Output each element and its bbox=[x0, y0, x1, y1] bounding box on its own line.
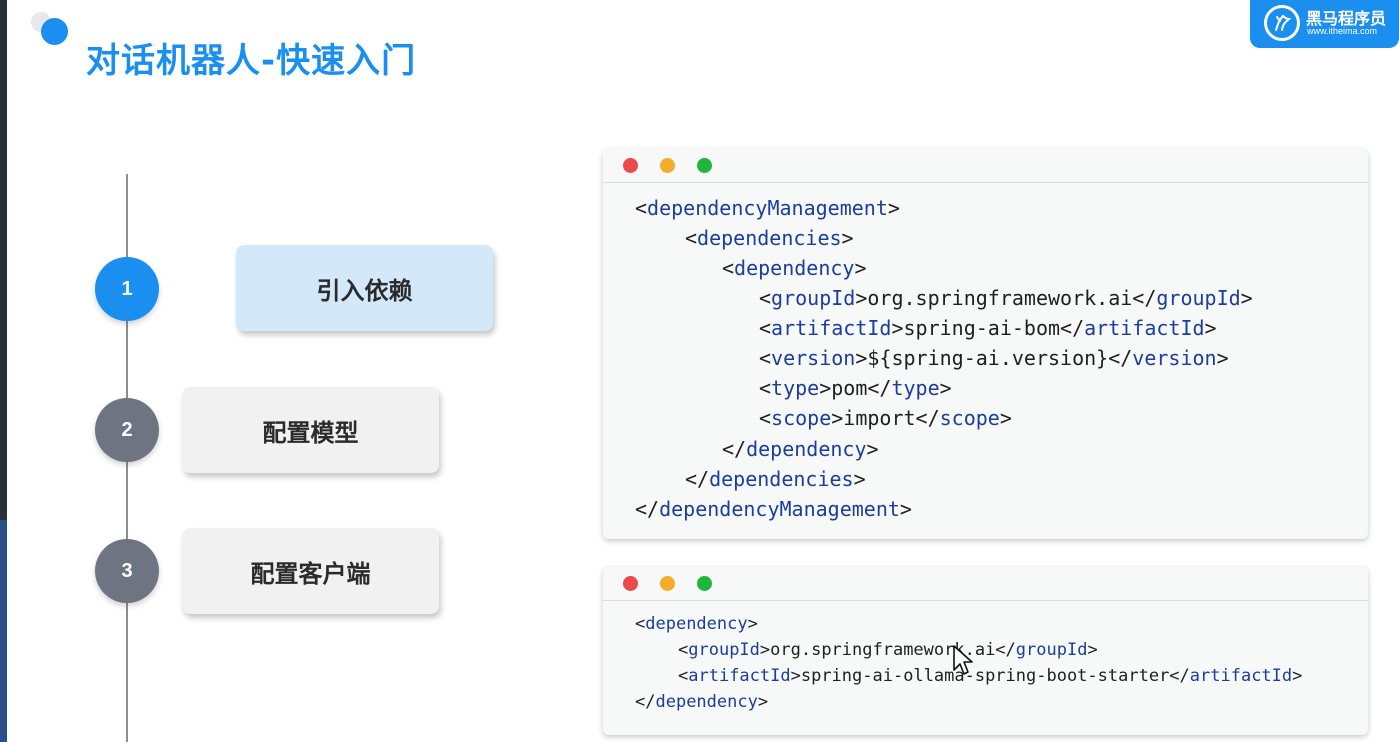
xml-tag-name: scope bbox=[939, 406, 1000, 430]
code-text: > bbox=[1204, 316, 1217, 340]
code-text: > bbox=[1087, 640, 1098, 660]
step-number-2[interactable]: 2 bbox=[95, 398, 159, 462]
code-line: <version>${spring-ai.version}</version> bbox=[759, 346, 1229, 370]
code-window-ollama-dependency: <dependency> <groupId>org.springframework… bbox=[603, 567, 1368, 735]
xml-tag-name: type bbox=[891, 376, 940, 400]
window-maximize-dot-icon bbox=[697, 158, 712, 173]
code-text: > bbox=[1240, 286, 1253, 310]
code-text: < bbox=[678, 666, 689, 686]
xml-tag-name: groupId bbox=[688, 640, 760, 660]
xml-tag-name: artifactId bbox=[771, 316, 892, 340]
code-text: >import</ bbox=[831, 406, 940, 430]
code-text: >${spring-ai.version}</ bbox=[855, 346, 1133, 370]
code-text: >org.springframework.ai</ bbox=[759, 640, 1016, 660]
logo-site: www.itheima.com bbox=[1307, 26, 1378, 36]
code-text: > bbox=[747, 614, 758, 634]
code-line: </dependency> bbox=[635, 692, 768, 712]
code-window-dependency-management: <dependencyManagement> <dependencies> <dep… bbox=[603, 149, 1368, 539]
code-text: < bbox=[759, 346, 772, 370]
code-text: </ bbox=[635, 497, 660, 521]
window-titlebar bbox=[603, 149, 1368, 183]
left-edge-accent bbox=[0, 520, 7, 742]
xml-tag-name: version bbox=[771, 346, 856, 370]
xml-tag-name: groupId bbox=[1156, 286, 1241, 310]
code-line: <dependencyManagement> bbox=[635, 196, 900, 220]
code-text: > bbox=[853, 467, 866, 491]
code-line: <dependency> bbox=[722, 256, 867, 280]
code-text: > bbox=[1216, 346, 1229, 370]
window-close-dot-icon bbox=[623, 576, 638, 591]
code-text: < bbox=[722, 256, 735, 280]
code-line: <dependency> bbox=[635, 614, 758, 634]
decor-circle-blue bbox=[41, 18, 68, 45]
window-minimize-dot-icon bbox=[660, 158, 675, 173]
code-line: <type>pom</type> bbox=[759, 376, 952, 400]
code-line: <scope>import</scope> bbox=[759, 406, 1012, 430]
code-text: > bbox=[999, 406, 1012, 430]
code-text: >spring-ai-ollama-spring-boot-starter</ bbox=[790, 666, 1190, 686]
xml-tag-name: artifactId bbox=[1084, 316, 1205, 340]
left-edge bbox=[0, 0, 7, 742]
xml-tag-name: dependencyManagement bbox=[659, 497, 900, 521]
code-text: < bbox=[759, 286, 772, 310]
window-titlebar bbox=[603, 567, 1368, 601]
window-minimize-dot-icon bbox=[660, 576, 675, 591]
xml-tag-name: groupId bbox=[1015, 640, 1088, 660]
step-card-configure-model[interactable]: 配置模型 bbox=[182, 387, 439, 473]
step-number-3[interactable]: 3 bbox=[95, 539, 159, 603]
code-text: </ bbox=[635, 692, 656, 712]
xml-tag-name: dependency bbox=[746, 437, 867, 461]
xml-tag-name: version bbox=[1132, 346, 1217, 370]
code-text: >pom</ bbox=[819, 376, 892, 400]
step-card-add-dependency[interactable]: 引入依赖 bbox=[236, 245, 493, 331]
code-text: > bbox=[939, 376, 952, 400]
xml-tag-name: scope bbox=[771, 406, 832, 430]
code-text: > bbox=[899, 497, 912, 521]
code-text: < bbox=[635, 614, 646, 634]
code-text: > bbox=[841, 226, 854, 250]
xml-tag-name: dependencyManagement bbox=[647, 196, 888, 220]
code-text: > bbox=[887, 196, 900, 220]
xml-tag-name: type bbox=[771, 376, 820, 400]
xml-tag-name: dependency bbox=[734, 256, 855, 280]
mouse-pointer-icon bbox=[953, 645, 973, 675]
xml-tag-name: dependency bbox=[645, 614, 748, 634]
code-line: <groupId>org.springframework.ai</groupId… bbox=[759, 286, 1253, 310]
step-number-1[interactable]: 1 bbox=[95, 257, 159, 321]
window-maximize-dot-icon bbox=[697, 576, 712, 591]
code-line: <artifactId>spring-ai-bom</artifactId> bbox=[759, 316, 1217, 340]
code-text: < bbox=[678, 640, 689, 660]
code-text: > bbox=[866, 437, 879, 461]
page-title: 对话机器人-快速入门 bbox=[86, 41, 417, 81]
horse-logo-icon bbox=[1264, 5, 1300, 41]
code-text: >spring-ai-bom</ bbox=[891, 316, 1085, 340]
code-text: > bbox=[1292, 666, 1303, 686]
code-line: </dependencyManagement> bbox=[635, 497, 912, 521]
code-line: <dependencies> bbox=[685, 226, 854, 250]
brand-logo: 黑马程序员 www.itheima.com bbox=[1250, 0, 1399, 48]
code-text: < bbox=[759, 316, 772, 340]
window-close-dot-icon bbox=[623, 158, 638, 173]
code-line: <artifactId>spring-ai-ollama-spring-boot… bbox=[678, 666, 1302, 686]
code-text: >org.springframework.ai</ bbox=[855, 286, 1157, 310]
code-text: > bbox=[854, 256, 867, 280]
xml-tag-name: dependencies bbox=[709, 467, 854, 491]
xml-tag-name: artifactId bbox=[688, 666, 791, 686]
code-text: < bbox=[635, 196, 648, 220]
xml-tag-name: dependency bbox=[655, 692, 758, 712]
code-line: </dependency> bbox=[722, 437, 879, 461]
code-text: < bbox=[759, 406, 772, 430]
code-text: < bbox=[685, 226, 698, 250]
xml-tag-name: artifactId bbox=[1189, 666, 1293, 686]
code-text: </ bbox=[685, 467, 710, 491]
code-text: < bbox=[759, 376, 772, 400]
xml-tag-name: groupId bbox=[771, 286, 856, 310]
code-text: </ bbox=[722, 437, 747, 461]
code-line: </dependencies> bbox=[685, 467, 866, 491]
code-text: > bbox=[757, 692, 769, 712]
code-line: <groupId>org.springframework.ai</groupId… bbox=[678, 640, 1098, 660]
step-card-configure-client[interactable]: 配置客户端 bbox=[182, 528, 439, 614]
xml-tag-name: dependencies bbox=[697, 226, 842, 250]
